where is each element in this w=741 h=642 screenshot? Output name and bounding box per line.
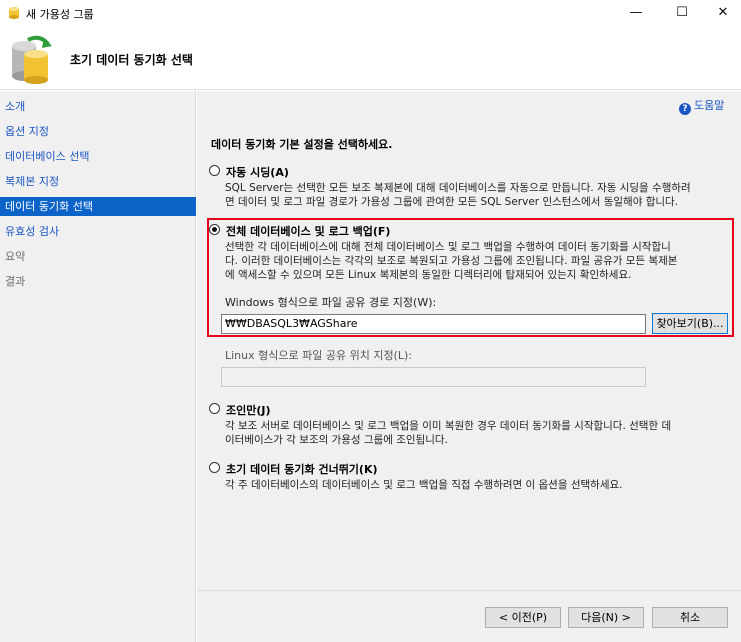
next-button[interactable]: 다음(N) > <box>568 607 644 628</box>
nav-item-results: 결과 <box>5 275 26 288</box>
full-backup-label[interactable]: 전체 데이터베이스 및 로그 백업(F) <box>226 223 390 239</box>
help-icon: ? <box>679 103 691 115</box>
window-title: 새 가용성 그룹 <box>26 8 94 21</box>
browse-button[interactable]: 찾아보기(B)... <box>652 313 728 334</box>
join-only-desc-2: 이터베이스가 각 보조의 가용성 그룹에 조인됩니다. <box>225 434 448 446</box>
join-only-radio[interactable] <box>209 403 220 414</box>
linux-path-input[interactable] <box>221 367 646 387</box>
linux-path-label: Linux 형식으로 파일 공유 위치 지정(L): <box>225 349 412 362</box>
nav-item-data-sync[interactable]: 데이터 동기화 선택 <box>0 197 196 216</box>
wizard-header: 초기 데이터 동기화 선택 <box>0 26 741 90</box>
join-only-label[interactable]: 조인만(J) <box>226 402 271 418</box>
help-link[interactable]: ? 도움말 <box>679 97 724 115</box>
nav-item-validation[interactable]: 유효성 검사 <box>0 222 196 241</box>
windows-path-input[interactable]: ₩₩DBASQL3₩AGShare <box>221 314 646 334</box>
automatic-seeding-label[interactable]: 자동 시딩(A) <box>226 164 289 180</box>
skip-sync-desc-1: 각 주 데이터베이스의 데이터베이스 및 로그 백업을 직접 수행하려면 이 옵… <box>225 479 623 491</box>
skip-sync-label[interactable]: 초기 데이터 동기화 건너뛰기(K) <box>226 461 378 477</box>
nav-item-intro[interactable]: 소개 <box>0 97 196 116</box>
app-icon <box>9 7 19 19</box>
automatic-seeding-radio[interactable] <box>209 165 220 176</box>
page-title: 초기 데이터 동기화 선택 <box>70 53 193 67</box>
previous-button[interactable]: < 이전(P) <box>485 607 561 628</box>
automatic-seeding-desc-2: 면 데이터 및 로그 파일 경로가 가용성 그룹에 관여한 모든 SQL Ser… <box>225 196 679 208</box>
full-backup-desc-1: 선택한 각 데이터베이스에 대해 전체 데이터베이스 및 로그 백업을 수행하여… <box>225 241 671 253</box>
cancel-button[interactable]: 취소 <box>652 607 728 628</box>
title-bar: 새 가용성 그룹 — ☐ ✕ <box>0 0 741 26</box>
nav-item-options[interactable]: 옵션 지정 <box>0 122 196 141</box>
database-sync-icon <box>12 35 52 84</box>
full-backup-desc-3: 에 액세스할 수 있으며 모든 Linux 복제본의 동일한 디렉터리에 탑재되… <box>225 269 632 281</box>
section-heading: 데이터 동기화 기본 설정을 선택하세요. <box>211 138 393 151</box>
nav-item-select-databases[interactable]: 데이터베이스 선택 <box>0 147 196 166</box>
nav-item-summary: 요약 <box>5 250 26 263</box>
main-panel: ? 도움말 데이터 동기화 기본 설정을 선택하세요. 자동 시딩(A) SQL … <box>197 91 741 642</box>
minimize-button[interactable]: — <box>613 0 659 26</box>
close-button[interactable]: ✕ <box>705 0 741 26</box>
maximize-button[interactable]: ☐ <box>659 0 705 26</box>
footer-divider <box>197 590 741 591</box>
automatic-seeding-desc-1: SQL Server는 선택한 모든 보조 복제본에 대해 데이터베이스를 자동… <box>225 182 691 194</box>
join-only-desc-1: 각 보조 서버로 데이터베이스 및 로그 백업을 이미 복원한 경우 데이터 동… <box>225 420 672 432</box>
skip-sync-radio[interactable] <box>209 462 220 473</box>
full-backup-radio[interactable] <box>209 224 220 235</box>
nav-item-specify-replicas[interactable]: 복제본 지정 <box>0 172 196 191</box>
wizard-nav: 소개 옵션 지정 데이터베이스 선택 복제본 지정 데이터 동기화 선택 유효성… <box>0 91 196 642</box>
full-backup-desc-2: 다. 이러한 데이터베이스는 각각의 보조로 복원되고 가용성 그룹에 조인됩니… <box>225 255 678 267</box>
help-label: 도움말 <box>694 99 725 112</box>
windows-path-label: Windows 형식으로 파일 공유 경로 지정(W): <box>225 296 437 309</box>
